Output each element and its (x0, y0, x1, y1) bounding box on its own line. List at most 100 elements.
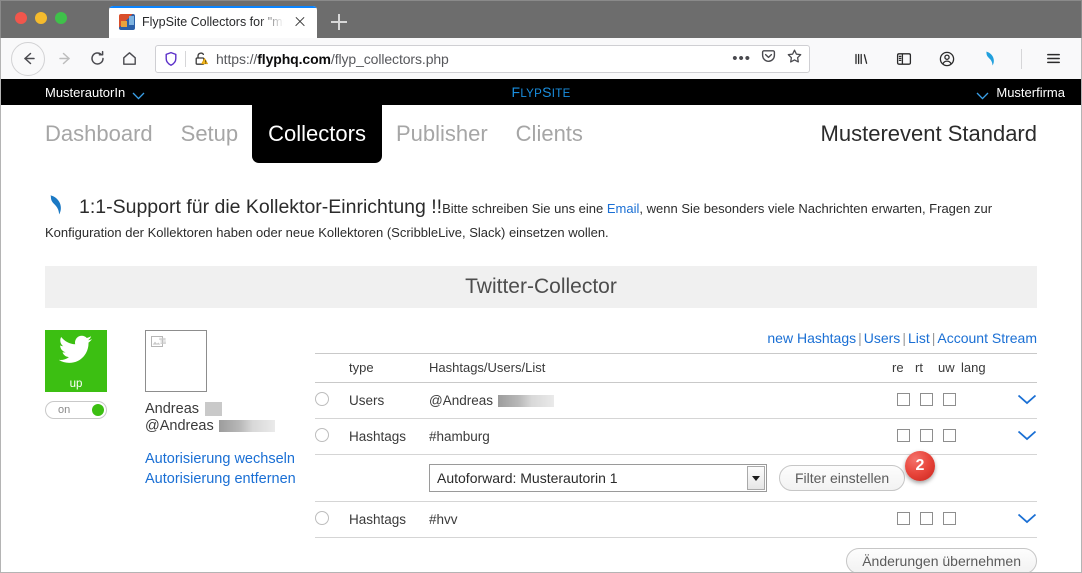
topbar-company-menu[interactable]: Musterfirma (976, 85, 1065, 100)
chevron-down-icon[interactable] (1017, 393, 1037, 405)
back-arrow-icon[interactable] (11, 41, 45, 76)
row-value: #hvv (429, 501, 892, 539)
rt-checkbox[interactable] (920, 511, 933, 525)
account-stream-link[interactable]: Account Stream (937, 330, 1037, 346)
row-rt-cell[interactable] (915, 501, 938, 539)
row-select-cell[interactable] (315, 418, 349, 456)
change-authorization-link[interactable]: Autorisierung wechseln (145, 450, 315, 469)
tab-strip: FlypSite Collectors for "musterf (109, 4, 355, 38)
row-radio[interactable] (315, 392, 329, 407)
chevron-down-icon[interactable] (1017, 429, 1037, 441)
support-banner: 1:1-Support für die Kollektor-Einrichtun… (1, 193, 1081, 244)
table-row: Users @Andreas (315, 382, 1037, 420)
collector-toggle[interactable]: on (45, 401, 107, 420)
table-header-row: type Hashtags/Users/List re rt uw lang (315, 353, 1037, 384)
apply-changes-row: Änderungen übernehmen (315, 538, 1037, 572)
ellipsis-icon[interactable]: ••• (732, 51, 751, 66)
star-icon[interactable] (786, 48, 803, 70)
filter-controls: Autoforward: Musterautorin 1 Filter eins… (429, 451, 1037, 493)
col-type: type (349, 353, 429, 384)
collector-toggle-knob[interactable] (92, 404, 104, 417)
row-rt-cell[interactable] (915, 418, 938, 456)
window-controls[interactable] (15, 12, 67, 24)
row-rt-cell[interactable] (915, 382, 938, 420)
row-expand-cell[interactable] (997, 382, 1037, 420)
filter-settings-button[interactable]: Filter einstellen (779, 465, 906, 492)
account-icon[interactable] (931, 43, 963, 75)
nav-item-publisher[interactable]: Publisher (382, 105, 502, 163)
apply-changes-button[interactable]: Änderungen übernehmen (846, 548, 1037, 572)
row-select-cell[interactable] (315, 382, 349, 420)
maximize-window-button[interactable] (55, 12, 67, 24)
support-email-link[interactable]: Email (607, 201, 640, 216)
row-uw-cell[interactable] (938, 382, 961, 420)
new-tab-button[interactable] (323, 6, 355, 38)
nav-item-dashboard[interactable]: Dashboard (45, 105, 167, 163)
lock-warning-icon[interactable] (193, 51, 209, 67)
filter-spacer-b (349, 454, 429, 503)
row-value: @Andreas (429, 393, 493, 409)
sidebar-icon[interactable] (888, 43, 920, 75)
url-bar[interactable]: https://flyphq.com/flyp_collectors.php •… (155, 44, 810, 73)
account-handle-row: @Andreas (145, 418, 315, 434)
re-checkbox[interactable] (897, 392, 910, 406)
topbar-user-menu[interactable]: MusterautorIn (45, 85, 145, 100)
browser-tab[interactable]: FlypSite Collectors for "musterf (109, 6, 317, 38)
close-tab-icon[interactable] (291, 13, 309, 31)
uw-checkbox[interactable] (943, 392, 956, 406)
row-uw-cell[interactable] (938, 501, 961, 539)
chevron-down-icon[interactable] (747, 466, 765, 491)
url-text[interactable]: https://flyphq.com/flyp_collectors.php (216, 51, 726, 67)
rt-checkbox[interactable] (920, 428, 933, 442)
row-uw-cell[interactable] (938, 418, 961, 456)
re-checkbox[interactable] (897, 428, 910, 442)
filter-row: Autoforward: Musterautorin 1 Filter eins… (315, 451, 1037, 503)
new-hashtags-link[interactable]: new Hashtags (767, 330, 856, 346)
col-uw: uw (938, 353, 961, 384)
row-select-cell[interactable] (315, 501, 349, 539)
forward-arrow-icon[interactable] (49, 43, 81, 75)
nav-item-collectors[interactable]: Collectors (252, 91, 382, 163)
re-checkbox[interactable] (897, 511, 910, 525)
row-expand-cell[interactable] (997, 418, 1037, 456)
nav-item-setup[interactable]: Setup (167, 105, 253, 163)
close-window-button[interactable] (15, 12, 27, 24)
library-icon[interactable] (845, 43, 877, 75)
chevron-down-icon[interactable] (1017, 512, 1037, 524)
uw-checkbox[interactable] (943, 511, 956, 525)
autoforward-select[interactable]: Autoforward: Musterautorin 1 (429, 464, 767, 493)
link-separator: | (858, 330, 862, 347)
table-row: Hashtags #hvv (315, 501, 1037, 539)
chevron-down-icon[interactable] (976, 88, 989, 100)
new-users-link[interactable]: Users (864, 330, 901, 346)
row-radio[interactable] (315, 511, 329, 526)
row-re-cell[interactable] (892, 501, 915, 539)
filter-spacer-a (315, 454, 349, 503)
collector-toggle-label: on (58, 404, 71, 417)
new-list-link[interactable]: List (908, 330, 930, 346)
chevron-down-icon[interactable] (132, 88, 145, 100)
reload-icon[interactable] (81, 43, 113, 75)
dolphin-icon (47, 193, 73, 228)
nav-item-clients[interactable]: Clients (502, 105, 597, 163)
pocket-icon[interactable] (760, 48, 777, 70)
toolbar-divider (1021, 48, 1022, 69)
hamburger-menu-icon[interactable] (1037, 43, 1069, 75)
row-expand-cell[interactable] (997, 501, 1037, 539)
rt-checkbox[interactable] (920, 392, 933, 406)
dolphin-extension-icon[interactable] (974, 43, 1006, 75)
col-re: re (892, 353, 915, 384)
row-re-cell[interactable] (892, 382, 915, 420)
account-name-row: Andreas (145, 401, 315, 417)
collector-status-label: up (69, 378, 83, 391)
minimize-window-button[interactable] (35, 12, 47, 24)
shield-icon[interactable] (163, 51, 179, 67)
row-radio[interactable] (315, 428, 329, 443)
uw-checkbox[interactable] (943, 428, 956, 442)
collector-content: up on Andreas @Andreas Autorisierung wec… (1, 330, 1081, 572)
account-profile-column: Andreas @Andreas Autorisierung wechseln … (145, 330, 315, 572)
collectors-table: type Hashtags/Users/List re rt uw lang U… (315, 353, 1037, 539)
row-re-cell[interactable] (892, 418, 915, 456)
home-icon[interactable] (113, 43, 145, 75)
remove-authorization-link[interactable]: Autorisierung entfernen (145, 470, 315, 489)
